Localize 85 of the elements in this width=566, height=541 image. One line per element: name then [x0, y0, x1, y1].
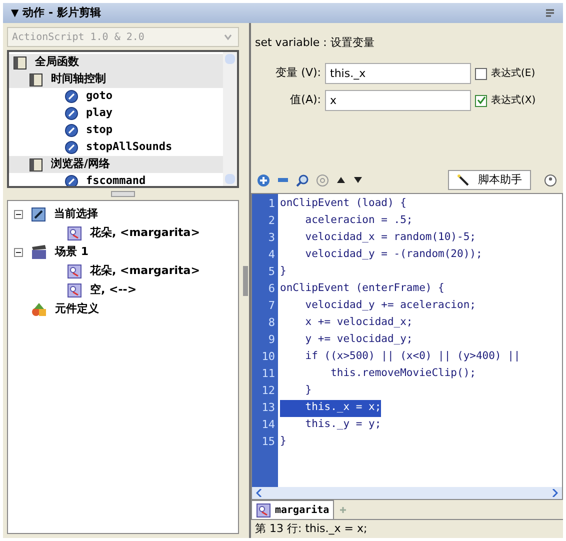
action-label[interactable]: stopAllSounds: [86, 139, 172, 156]
statement-title: set variable : 设置变量: [255, 36, 374, 49]
checkbox-label: 表达式(E): [491, 66, 536, 81]
line-number: 14: [260, 417, 276, 433]
line-number: 4: [267, 247, 276, 263]
wand-icon: [457, 174, 470, 186]
tree-item-label[interactable]: 花朵, <margarita>: [90, 263, 200, 280]
field-label: 值(A):: [289, 92, 321, 108]
up-arrow-icon[interactable]: [336, 176, 346, 184]
down-arrow-icon[interactable]: [353, 176, 363, 184]
movie-clip-icon: [67, 226, 82, 241]
tree-item-label[interactable]: 场景 1: [55, 244, 88, 261]
code-line: y += velocidad_y;: [304, 332, 413, 347]
code-line: onClipEvent (enterFrame) {: [280, 281, 444, 296]
code-editor[interactable]: [251, 193, 563, 500]
line-number: 8: [267, 315, 276, 331]
movie-clip-icon: [67, 283, 82, 298]
book-icon: [29, 158, 43, 172]
line-number: 3: [267, 230, 276, 246]
line-number: 2: [267, 213, 276, 229]
shapes-icon: [31, 302, 47, 318]
code-line: }: [304, 383, 312, 398]
checkbox-label: 表达式(X): [491, 94, 536, 108]
line-number: 7: [267, 298, 276, 314]
script-tab[interactable]: margarita: [251, 500, 334, 519]
code-line: velocidad_y = -(random(20));: [304, 247, 482, 262]
selection-icon: [31, 207, 46, 222]
line-number: 12: [260, 383, 276, 399]
code-line: this._y = y;: [304, 417, 382, 432]
checkbox[interactable]: [475, 68, 487, 80]
code-line: if ((x>500) || (x<0) || (y>400) ||: [304, 349, 520, 364]
text-field[interactable]: this._x: [325, 63, 471, 84]
line-number: 5: [267, 264, 276, 280]
action-label[interactable]: goto: [86, 88, 112, 105]
status-text: 第 13 行: this._x = x;: [255, 520, 368, 537]
code-line: }: [280, 434, 286, 449]
movie-clip-icon: [67, 264, 82, 279]
code-line: }: [280, 264, 286, 279]
line-number: 10: [260, 349, 276, 365]
scroll-right-icon[interactable]: [552, 489, 558, 497]
line-number: 13: [260, 400, 276, 416]
line-number: 1: [267, 196, 276, 212]
add-icon[interactable]: [257, 174, 270, 186]
code-line: this.removeMovieClip();: [330, 366, 476, 381]
scroll-left-icon[interactable]: [256, 489, 262, 497]
line-number: 6: [267, 281, 276, 297]
movie-clip-icon: [256, 502, 271, 518]
line-number: 15: [260, 434, 276, 450]
clapboard-icon: [31, 245, 47, 260]
action-icon: [65, 107, 78, 120]
panel-title: 动作 - 影片剪辑: [22, 4, 101, 21]
tree-item-label[interactable]: 空, <-->: [90, 282, 137, 299]
collapse-toggle[interactable]: [14, 210, 23, 219]
script-assist-button[interactable]: 脚本助手: [448, 170, 531, 190]
tree-item-label[interactable]: 当前选择: [54, 206, 98, 223]
code-line: velocidad_x = random(10)-5;: [304, 230, 476, 245]
help-icon[interactable]: [544, 174, 557, 186]
text-field[interactable]: x: [325, 90, 471, 111]
scrollbar[interactable]: [223, 52, 237, 186]
action-label[interactable]: fscommand: [86, 173, 146, 186]
search-icon[interactable]: [296, 174, 309, 186]
field-label: 变量 (V):: [274, 65, 321, 82]
divider-handle[interactable]: [243, 266, 248, 296]
action-icon: [65, 141, 78, 154]
options-menu-icon[interactable]: [545, 8, 555, 18]
tree-item-label[interactable]: 元件定义: [55, 301, 99, 318]
collapse-toggle[interactable]: [14, 248, 23, 257]
action-label[interactable]: play: [86, 105, 112, 122]
code-line: x += velocidad_x;: [304, 315, 413, 330]
code-line: onClipEvent (load) {: [280, 196, 406, 211]
tree-item-label[interactable]: 花朵, <margarita>: [90, 225, 200, 242]
horizontal-scrollbar[interactable]: [252, 487, 562, 499]
code-line: aceleracion = .5;: [304, 213, 413, 228]
book-icon: [13, 56, 27, 70]
splitter-handle[interactable]: [111, 191, 135, 197]
action-icon: [65, 124, 78, 137]
line-number: 11: [260, 366, 276, 382]
action-icon: [65, 90, 78, 103]
book-icon: [29, 72, 43, 86]
target-icon[interactable]: [316, 174, 329, 186]
line-number: 9: [267, 332, 276, 348]
code-line: velocidad_y += aceleracion;: [304, 298, 476, 313]
checkbox[interactable]: [475, 94, 487, 106]
collapse-arrow[interactable]: ▼: [11, 6, 19, 20]
action-label[interactable]: stop: [86, 122, 112, 139]
